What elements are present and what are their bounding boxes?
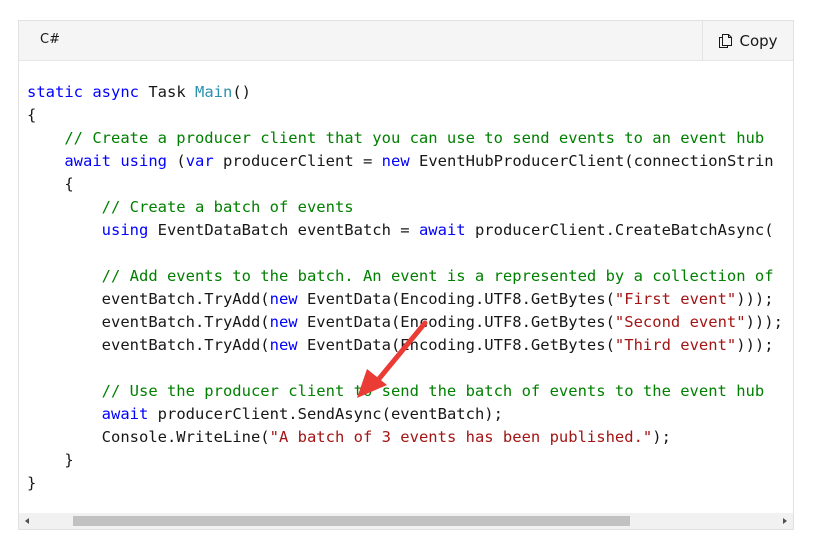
code-token: // Add events to the batch. An event is … (101, 267, 774, 285)
code-token: producerClient = (213, 152, 382, 170)
code-line: // Use the producer client to send the b… (27, 380, 783, 403)
code-token: new (269, 313, 298, 331)
code-token: // Create a producer client that you can… (64, 129, 765, 147)
code-line: using EventDataBatch eventBatch = await … (27, 219, 783, 242)
horizontal-scrollbar[interactable] (19, 513, 793, 529)
code-line: { (27, 104, 783, 127)
code-token: await (64, 152, 111, 170)
code-line: // Add events to the batch. An event is … (27, 265, 783, 288)
code-token: eventBatch.TryAdd( (27, 336, 270, 354)
code-token: "A batch of 3 events has been published.… (269, 428, 653, 446)
code-token: } (27, 474, 37, 492)
code-token: EventDataBatch eventBatch = (148, 221, 419, 239)
scrollbar-thumb[interactable] (73, 516, 630, 526)
copy-button[interactable]: Copy (702, 21, 793, 60)
code-token: Console.WriteLine( (27, 428, 270, 446)
code-token: eventBatch.TryAdd( (27, 313, 270, 331)
code-token: new (269, 290, 298, 308)
code-line: } (27, 472, 783, 495)
code-block-header: C# Copy (19, 21, 793, 61)
code-token: Main (195, 83, 233, 101)
code-lines: static async Task Main() { // Create a pr… (27, 81, 783, 495)
code-block: C# Copy static async Task Main() { // Cre… (18, 20, 794, 530)
code-line: eventBatch.TryAdd(new EventData(Encoding… (27, 311, 783, 334)
copy-icon (718, 33, 733, 49)
code-line: eventBatch.TryAdd(new EventData(Encoding… (27, 334, 783, 357)
code-token: new (381, 152, 410, 170)
code-area: static async Task Main() { // Create a pr… (19, 61, 793, 514)
code-line: static async Task Main() (27, 81, 783, 104)
code-token: { (27, 106, 37, 124)
code-token: } (27, 451, 74, 469)
code-token: ( (167, 152, 186, 170)
code-token: { (27, 175, 74, 193)
code-token: await (101, 405, 149, 423)
code-line: await producerClient.SendAsync(eventBatc… (27, 403, 783, 426)
code-token: EventData(Encoding.UTF8.GetBytes( (297, 313, 615, 331)
code-token: ))); (736, 290, 774, 308)
code-token: EventHubProducerClient(connectionStrin (409, 152, 774, 170)
code-token: Task (139, 83, 196, 101)
code-token: ))); (736, 336, 774, 354)
code-token: using (120, 152, 168, 170)
language-label: C# (40, 32, 60, 47)
code-token: using (101, 221, 149, 239)
code-token: eventBatch.TryAdd( (27, 290, 270, 308)
code-token: "Third event" (614, 336, 737, 354)
scroll-left-icon[interactable] (22, 513, 34, 529)
code-token: "Second event" (614, 313, 746, 331)
code-token: producerClient.CreateBatchAsync( (465, 221, 774, 239)
copy-button-label: Copy (739, 31, 778, 50)
code-token: // Create a batch of events (101, 198, 354, 216)
code-line: Console.WriteLine("A batch of 3 events h… (27, 426, 783, 449)
code-line: // Create a producer client that you can… (27, 127, 783, 150)
code-line: eventBatch.TryAdd(new EventData(Encoding… (27, 288, 783, 311)
code-token: EventData(Encoding.UTF8.GetBytes( (297, 290, 615, 308)
code-token: ); (652, 428, 671, 446)
code-token: static (27, 83, 83, 101)
code-token: // Use the producer client to send the b… (101, 382, 765, 400)
code-line: await using (var producerClient = new Ev… (27, 150, 783, 173)
code-line: // Create a batch of events (27, 196, 783, 219)
code-token: await (418, 221, 466, 239)
code-token: () (232, 83, 252, 101)
code-line: { (27, 173, 783, 196)
code-token: "First event" (614, 290, 737, 308)
code-token: ))); (745, 313, 783, 331)
code-line: } (27, 449, 783, 472)
code-token: producerClient.SendAsync(eventBatch); (148, 405, 503, 423)
code-token: EventData(Encoding.UTF8.GetBytes( (297, 336, 615, 354)
scroll-right-icon[interactable] (778, 513, 790, 529)
code-token: async (92, 83, 140, 101)
code-token: var (185, 152, 214, 170)
code-token: new (269, 336, 298, 354)
